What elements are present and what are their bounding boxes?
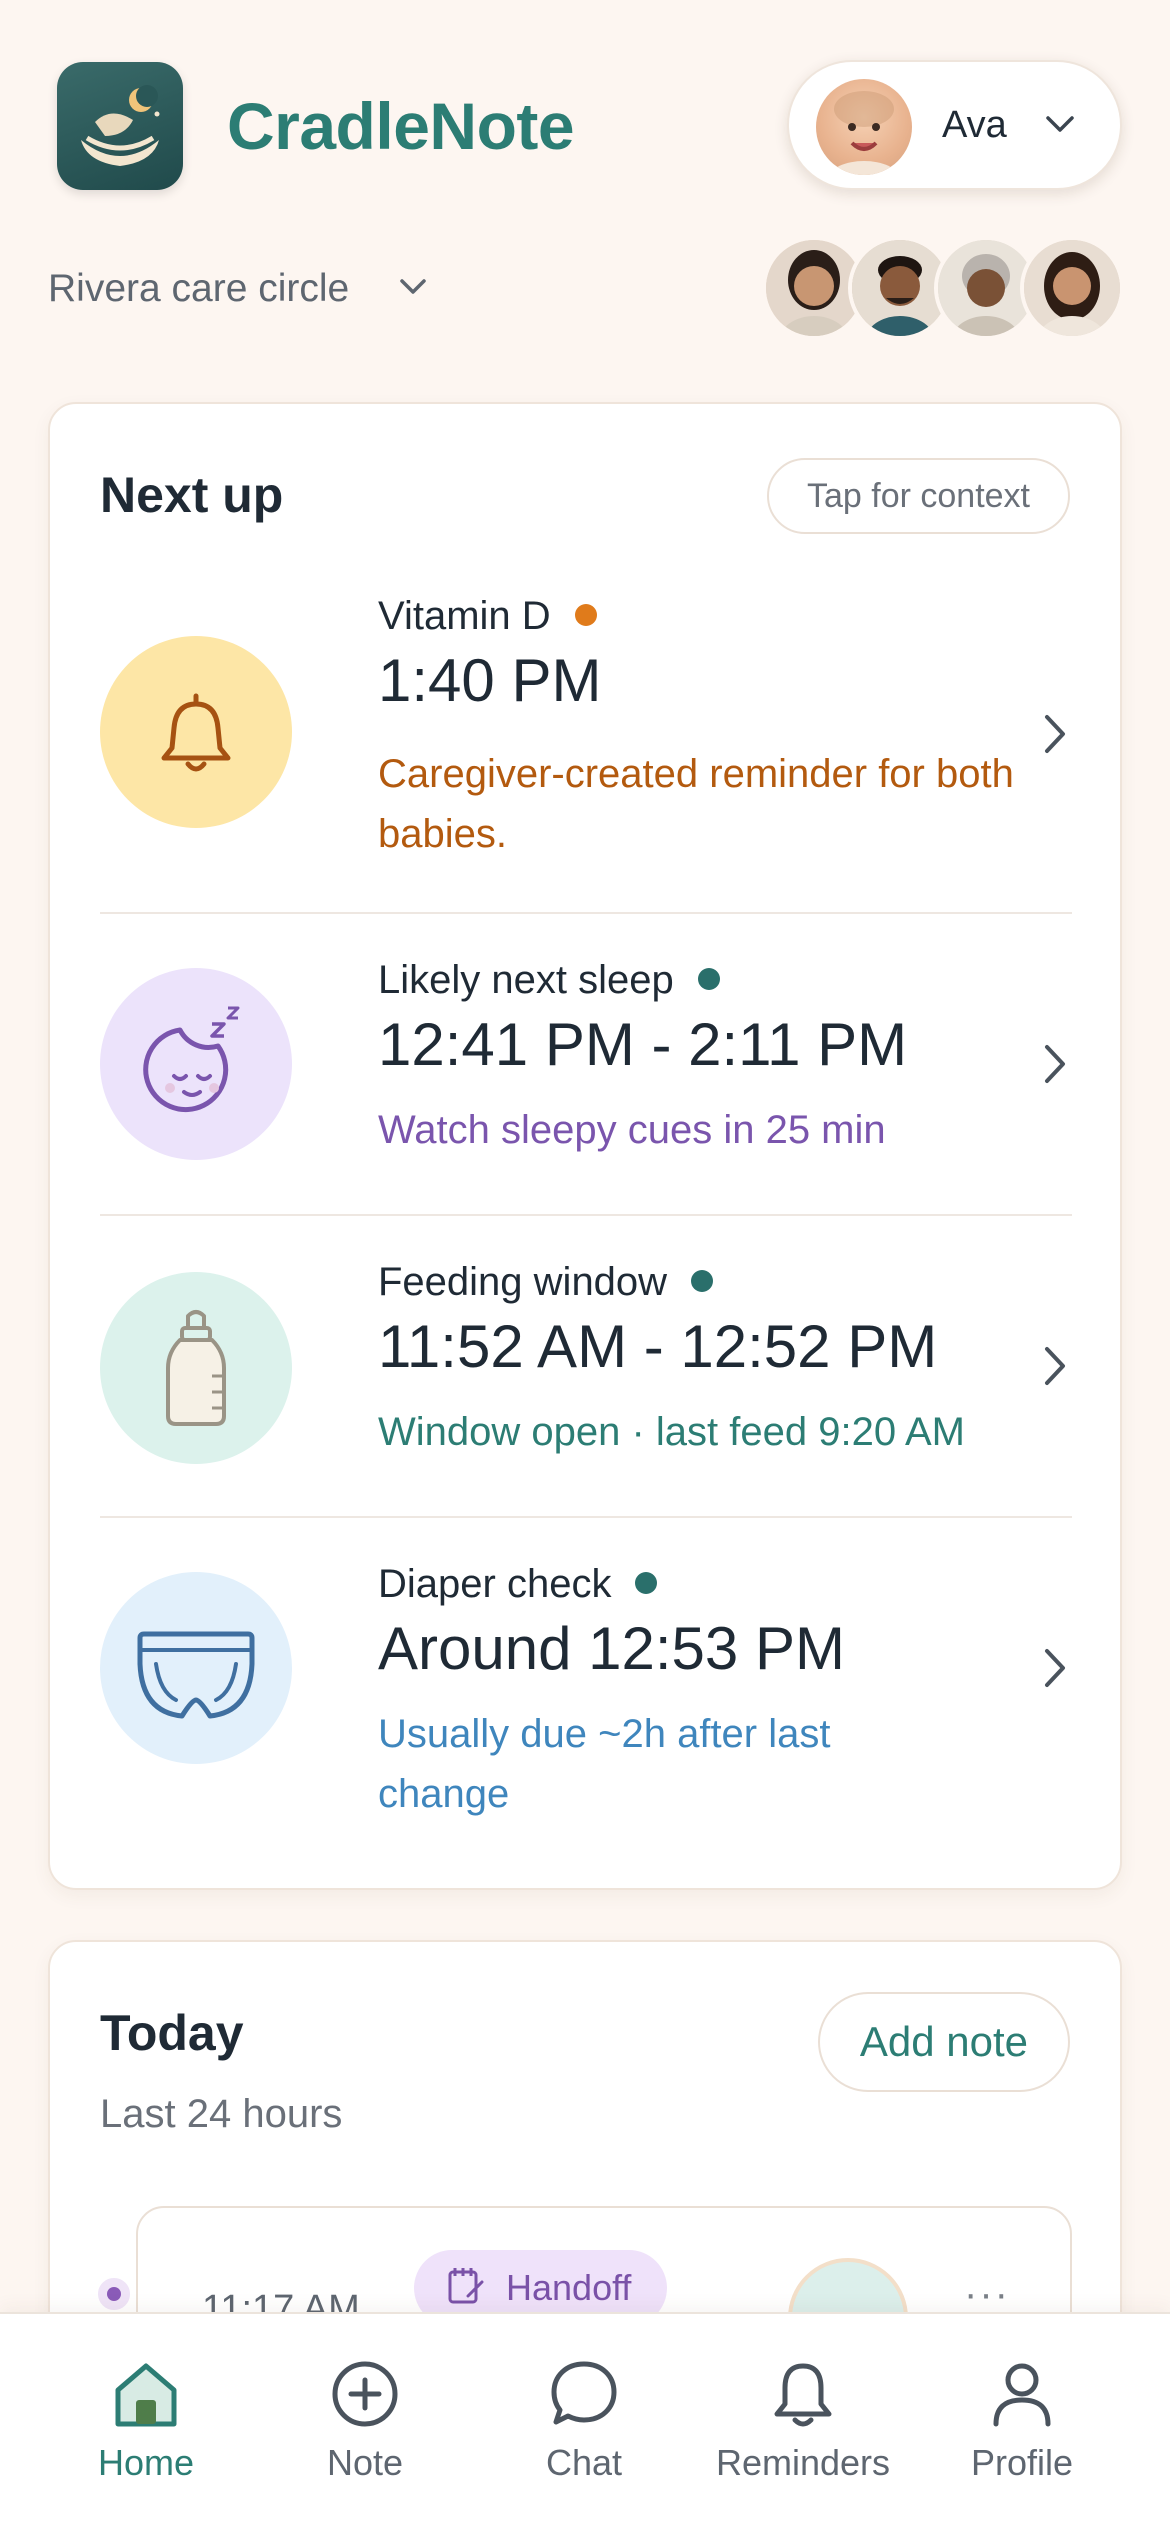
- tab-home[interactable]: Home: [46, 2354, 246, 2494]
- diaper-icon: [100, 1572, 292, 1764]
- tab-reminders[interactable]: Reminders: [703, 2354, 903, 2494]
- tab-bar: Home Note Chat Reminders Profile: [0, 2312, 1170, 2532]
- next-up-item-vitamin-d[interactable]: Vitamin D 1:40 PM Caregiver-created remi…: [100, 574, 1072, 914]
- plus-circle-icon: [332, 2361, 398, 2427]
- status-dot: [697, 968, 720, 990]
- caregiver-avatars[interactable]: [762, 236, 1124, 340]
- timeline-dot: [98, 2278, 130, 2310]
- next-up-item-label: Feeding window: [378, 1260, 714, 1305]
- person-icon: [993, 2363, 1051, 2427]
- more-options-icon[interactable]: ···: [964, 2272, 1010, 2317]
- tab-chat[interactable]: Chat: [484, 2354, 684, 2494]
- next-up-item-time: 12:41 PM - 2:11 PM: [378, 1011, 908, 1078]
- handoff-note-icon: [448, 2268, 484, 2304]
- tab-note[interactable]: Note: [265, 2354, 465, 2494]
- tab-profile[interactable]: Profile: [922, 2354, 1122, 2494]
- home-screen: CradleNote Ava Rivera care circle Next u…: [0, 0, 1170, 2532]
- tab-label: Reminders: [715, 2442, 891, 2483]
- chevron-right-icon: [1045, 715, 1065, 753]
- add-note-button[interactable]: Add note: [817, 1992, 1070, 2092]
- tab-label: Profile: [970, 2442, 1074, 2483]
- next-up-item-note: Window open · last feed 9:20 AM: [378, 1410, 965, 1454]
- status-dot: [574, 604, 597, 626]
- app-title: CradleNote: [227, 89, 575, 163]
- chevron-right-icon: [1045, 1045, 1065, 1083]
- today-subtitle: Last 24 hours: [100, 2092, 343, 2136]
- next-up-item-label: Diaper check: [378, 1562, 658, 1607]
- next-up-item-note: Watch sleepy cues in 25 min: [378, 1108, 886, 1152]
- tab-label: Home: [97, 2442, 195, 2483]
- baby-switcher[interactable]: Ava: [787, 60, 1122, 190]
- next-up-item-time: Around 12:53 PM: [378, 1615, 845, 1682]
- next-up-item-note: Usually due ~2h after last change: [378, 1712, 831, 1816]
- context-button[interactable]: Tap for context: [766, 458, 1070, 534]
- next-up-item-time: 11:52 AM - 12:52 PM: [378, 1313, 938, 1380]
- status-dot: [635, 1572, 658, 1594]
- caregiver-avatar[interactable]: [1020, 236, 1124, 340]
- care-circle-selector[interactable]: Rivera care circle: [48, 267, 349, 311]
- next-up-item-label: Likely next sleep: [378, 958, 720, 1003]
- next-up-item-diaper[interactable]: Diaper check Around 12:53 PM Usually due…: [100, 1518, 1072, 1858]
- chevron-right-icon: [1045, 1649, 1065, 1687]
- status-dot: [691, 1270, 714, 1292]
- next-up-card: Next up Tap for context Vitamin D 1:40 P…: [48, 402, 1122, 1890]
- bell-icon: [774, 2363, 832, 2427]
- baby-name: Ava: [942, 104, 1007, 146]
- chat-bubble-icon: [551, 2361, 617, 2425]
- bottle-icon: [100, 1272, 292, 1464]
- today-title: Today: [100, 2005, 244, 2061]
- tab-label: Note: [326, 2442, 404, 2483]
- next-up-item-feeding[interactable]: Feeding window 11:52 AM - 12:52 PM Windo…: [100, 1216, 1072, 1518]
- app-logo: [57, 62, 183, 190]
- home-icon: [115, 2363, 177, 2427]
- bell-icon: [100, 636, 292, 828]
- chevron-down-icon: [1046, 116, 1074, 132]
- baby-avatar: [816, 79, 912, 175]
- sleepy-moon-icon: [100, 968, 292, 1160]
- next-up-item-sleep[interactable]: Likely next sleep 12:41 PM - 2:11 PM Wat…: [100, 914, 1072, 1216]
- header: CradleNote Ava Rivera care circle: [0, 0, 1170, 360]
- next-up-title: Next up: [100, 467, 284, 523]
- next-up-item-time: 1:40 PM: [378, 647, 602, 714]
- chevron-down-icon[interactable]: [398, 276, 428, 298]
- chevron-right-icon: [1045, 1347, 1065, 1385]
- tab-label: Chat: [545, 2442, 623, 2483]
- next-up-item-label: Vitamin D: [378, 594, 597, 639]
- next-up-item-note: Caregiver-created reminder for both babi…: [378, 752, 1014, 856]
